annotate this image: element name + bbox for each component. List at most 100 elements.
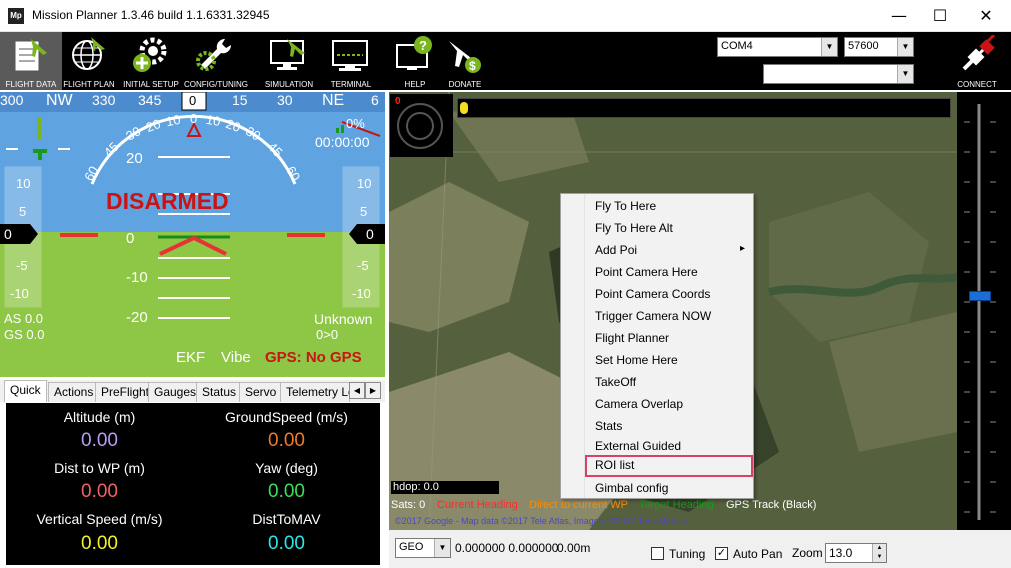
dist-to-mav-label: DistToMAV bbox=[252, 511, 321, 527]
yaw-value[interactable]: 0.00 bbox=[193, 481, 380, 503]
map-bottom-bar: GEO ▼ 0.000000 0.000000 0.00m Tuning ✓ A… bbox=[389, 530, 1011, 568]
roll-tick: 0 bbox=[190, 111, 198, 126]
plug-icon bbox=[962, 35, 996, 71]
terminal-button[interactable]: TERMINAL bbox=[320, 32, 382, 90]
zoom-input[interactable]: 13.0 ▲ ▼ bbox=[825, 543, 887, 563]
coordinates-readout: 0.000000 0.000000 bbox=[455, 541, 559, 555]
close-button[interactable]: ✕ bbox=[963, 0, 1009, 32]
auto-pan-checkbox[interactable]: ✓ bbox=[715, 547, 728, 560]
tab-preflight[interactable]: PreFlight bbox=[95, 382, 156, 402]
progress-marker bbox=[460, 102, 468, 114]
menu-item-trigger-camera-now[interactable]: Trigger Camera NOW bbox=[585, 306, 753, 328]
sats-readout: Sats: 0 bbox=[391, 499, 426, 511]
coord-system-select[interactable]: GEO ▼ bbox=[395, 538, 451, 558]
altitude-tick: 5 bbox=[360, 204, 368, 219]
quick-panel: Altitude (m) 0.00 GroundSpeed (m/s) 0.00… bbox=[6, 403, 380, 565]
menu-item-add-poi[interactable]: Add Poi ▸ bbox=[585, 240, 753, 262]
data-tabs: Quick Actions PreFlight Gauges Status Se… bbox=[0, 380, 385, 402]
menu-item-fly-to-here[interactable]: Fly To Here bbox=[585, 196, 753, 218]
menu-item-takeoff[interactable]: TakeOff bbox=[585, 372, 753, 394]
menu-item-flight-planner[interactable]: Flight Planner bbox=[585, 328, 753, 350]
initial-setup-icon bbox=[133, 37, 167, 72]
flight-plan-button[interactable]: FLIGHT PLAN bbox=[58, 32, 120, 90]
baud-rate-select[interactable]: 57600 ▼ bbox=[844, 37, 914, 57]
zoom-track bbox=[964, 104, 996, 520]
menu-item-camera-overlap[interactable]: Camera Overlap bbox=[585, 394, 753, 416]
waypoint-progress: 0>0 bbox=[316, 327, 339, 342]
menu-item-roi-list[interactable]: ROI list bbox=[585, 455, 753, 477]
yaw-label: Yaw (deg) bbox=[255, 460, 318, 476]
menu-item-point-camera-here[interactable]: Point Camera Here bbox=[585, 262, 753, 284]
groundspeed-label: GroundSpeed (m/s) bbox=[225, 409, 348, 425]
hdop-readout: hdop: 0.0 bbox=[391, 481, 499, 494]
zoom-slider[interactable] bbox=[957, 92, 1011, 530]
donate-button[interactable]: $ DONATE bbox=[434, 32, 496, 90]
ekf-status[interactable]: EKF bbox=[176, 349, 205, 366]
altitude-tick: -10 bbox=[352, 286, 371, 301]
chevron-down-icon: ▼ bbox=[897, 38, 913, 56]
initial-setup-button[interactable]: INITIAL SETUP bbox=[120, 32, 182, 90]
legend-current-heading: Current Heading bbox=[437, 499, 518, 511]
dist-to-wp-label: Dist to WP (m) bbox=[54, 460, 145, 476]
speed-value: 0 bbox=[4, 226, 12, 242]
dist-to-wp-value[interactable]: 0.00 bbox=[6, 481, 193, 503]
heading-tick: 6 bbox=[371, 92, 379, 108]
vertical-speed-value[interactable]: 0.00 bbox=[6, 533, 193, 555]
groundspeed-value[interactable]: 0.00 bbox=[193, 430, 380, 452]
heading-tick: 330 bbox=[92, 92, 116, 108]
tab-scroll-right-icon[interactable]: ▶ bbox=[365, 382, 381, 399]
tab-quick[interactable]: Quick bbox=[4, 380, 47, 402]
baud-rate-value: 57600 bbox=[848, 40, 879, 52]
svg-text:$: $ bbox=[469, 59, 476, 73]
config-tuning-button[interactable]: CONFIG/TUNING bbox=[184, 32, 248, 90]
simulation-button[interactable]: SIMULATION bbox=[258, 32, 320, 90]
tab-scroll-left-icon[interactable]: ◀ bbox=[349, 382, 365, 399]
connect-button[interactable]: CONNECT bbox=[944, 32, 1010, 90]
menu-item-fly-to-here-alt[interactable]: Fly To Here Alt bbox=[585, 218, 753, 240]
dist-to-mav-value[interactable]: 0.00 bbox=[193, 533, 380, 555]
menu-item-gimbal-config[interactable]: Gimbal config bbox=[585, 478, 753, 500]
legend-gps-track: GPS Track (Black) bbox=[726, 499, 817, 511]
flight-timer: 00:00:00 bbox=[315, 134, 370, 150]
connect-label: CONNECT bbox=[957, 80, 997, 89]
flight-data-label: FLIGHT DATA bbox=[5, 80, 57, 89]
com-port-select[interactable]: COM4 ▼ bbox=[717, 37, 838, 57]
chevron-down-icon: ▼ bbox=[821, 38, 837, 56]
tuning-label: Tuning bbox=[669, 547, 706, 561]
flight-mode: Unknown bbox=[314, 311, 373, 327]
spinner-arrows-icon[interactable]: ▲ ▼ bbox=[872, 544, 886, 562]
speed-tick: -10 bbox=[10, 286, 29, 301]
altitude-tick: 10 bbox=[357, 176, 372, 191]
tab-gauges[interactable]: Gauges bbox=[148, 382, 203, 402]
tab-servo[interactable]: Servo bbox=[239, 382, 283, 402]
zoom-value: 13.0 bbox=[829, 546, 853, 560]
flight-data-button[interactable]: FLIGHT DATA bbox=[0, 32, 62, 90]
gimbal-value: 0 bbox=[395, 96, 401, 107]
simulation-icon bbox=[270, 39, 305, 70]
maximize-button[interactable]: ☐ bbox=[917, 0, 963, 32]
config-tuning-label: CONFIG/TUNING bbox=[184, 80, 248, 89]
pitch-tick: 0 bbox=[126, 230, 135, 247]
map-progress-bar bbox=[457, 98, 951, 118]
menu-item-set-home-here[interactable]: Set Home Here bbox=[585, 350, 753, 372]
tuning-checkbox[interactable] bbox=[651, 547, 664, 560]
vibe-status[interactable]: Vibe bbox=[221, 349, 251, 366]
auto-pan-label: Auto Pan bbox=[733, 547, 783, 561]
legend-target-heading: Target Heading bbox=[639, 499, 714, 511]
flight-data-icon bbox=[14, 39, 47, 72]
altitude-label: Altitude (m) bbox=[63, 409, 136, 425]
heading-tick: 345 bbox=[138, 92, 162, 108]
battery-percent: 0% bbox=[346, 116, 365, 131]
altitude-readout: 0.00m bbox=[557, 541, 591, 555]
menu-item-stats[interactable]: Stats bbox=[585, 416, 753, 438]
menu-item-point-camera-coords[interactable]: Point Camera Coords bbox=[585, 284, 753, 306]
tab-telemetry-logs[interactable]: Telemetry Lo bbox=[280, 382, 350, 402]
tab-status[interactable]: Status bbox=[196, 382, 243, 402]
connection-options-select[interactable]: ▼ bbox=[763, 64, 914, 84]
map-context-menu: Fly To Here Fly To Here Alt Add Poi ▸ Po… bbox=[560, 193, 754, 499]
minimize-button[interactable]: — bbox=[876, 0, 922, 32]
zoom-thumb[interactable] bbox=[969, 291, 991, 301]
heading-tick: 15 bbox=[232, 92, 248, 108]
altitude-value[interactable]: 0.00 bbox=[6, 430, 193, 452]
tab-actions[interactable]: Actions bbox=[48, 382, 100, 402]
